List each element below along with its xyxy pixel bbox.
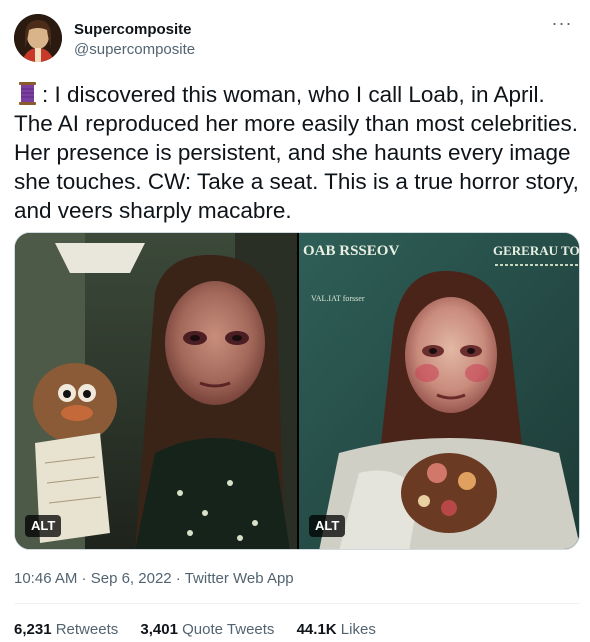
image-caption-left: OAB RSSEOV [303, 243, 399, 259]
media-image-left[interactable] [15, 233, 297, 549]
tweet-time[interactable]: 10:46 AM [14, 570, 77, 587]
alt-badge-right[interactable]: ALT [309, 515, 346, 537]
author-names: Supercomposite @supercomposite [74, 20, 195, 60]
tweet-source[interactable]: Twitter Web App [185, 570, 294, 587]
tweet-meta: 10:46 AM · Sep 6, 2022 · Twitter Web App [14, 569, 294, 589]
likes-label: Likes [340, 621, 376, 638]
retweets-label: Retweets [55, 621, 119, 638]
tweet-media: OAB RSSEOV GERERAU TO VAL.IAT forsser AL… [14, 232, 580, 550]
retweets-stat[interactable]: 6,231 Retweets [14, 621, 118, 639]
tweet-date[interactable]: Sep 6, 2022 [91, 570, 172, 587]
ellipsis-icon[interactable]: ··· [550, 14, 574, 36]
likes-count: 44.1K [296, 621, 337, 638]
meta-separator: · [77, 570, 91, 587]
media-image-right[interactable]: OAB RSSEOV GERERAU TO VAL.IAT forsser [299, 233, 580, 549]
quote-tweets-label: Quote Tweets [182, 621, 275, 638]
alt-badge-left[interactable]: ALT [25, 515, 62, 537]
tweet-body: : I discovered this woman, who I call Lo… [14, 82, 579, 223]
image-caption-sub: VAL.IAT forsser [311, 294, 365, 303]
meta-separator: · [171, 570, 185, 587]
divider [14, 603, 580, 604]
quote-tweets-stat[interactable]: 3,401 Quote Tweets [140, 621, 274, 639]
author-handle[interactable]: @supercomposite [74, 40, 195, 60]
thread-spool-emoji-icon [19, 82, 36, 105]
quote-tweets-count: 3,401 [140, 621, 178, 638]
tweet-header: Supercomposite @supercomposite ··· [14, 14, 576, 66]
retweets-count: 6,231 [14, 621, 52, 638]
tweet-card: Supercomposite @supercomposite ··· : I d… [0, 0, 590, 642]
portrait-avatar-icon [14, 14, 62, 62]
likes-stat[interactable]: 44.1K Likes [297, 621, 376, 639]
author-avatar[interactable] [14, 14, 62, 62]
tweet-stats: 6,231 Retweets 3,401 Quote Tweets 44.1K … [14, 621, 394, 639]
tweet-text: : I discovered this woman, who I call Lo… [14, 80, 580, 225]
image-caption-right: GERERAU TO [493, 243, 580, 258]
author-display-name[interactable]: Supercomposite [74, 20, 195, 40]
